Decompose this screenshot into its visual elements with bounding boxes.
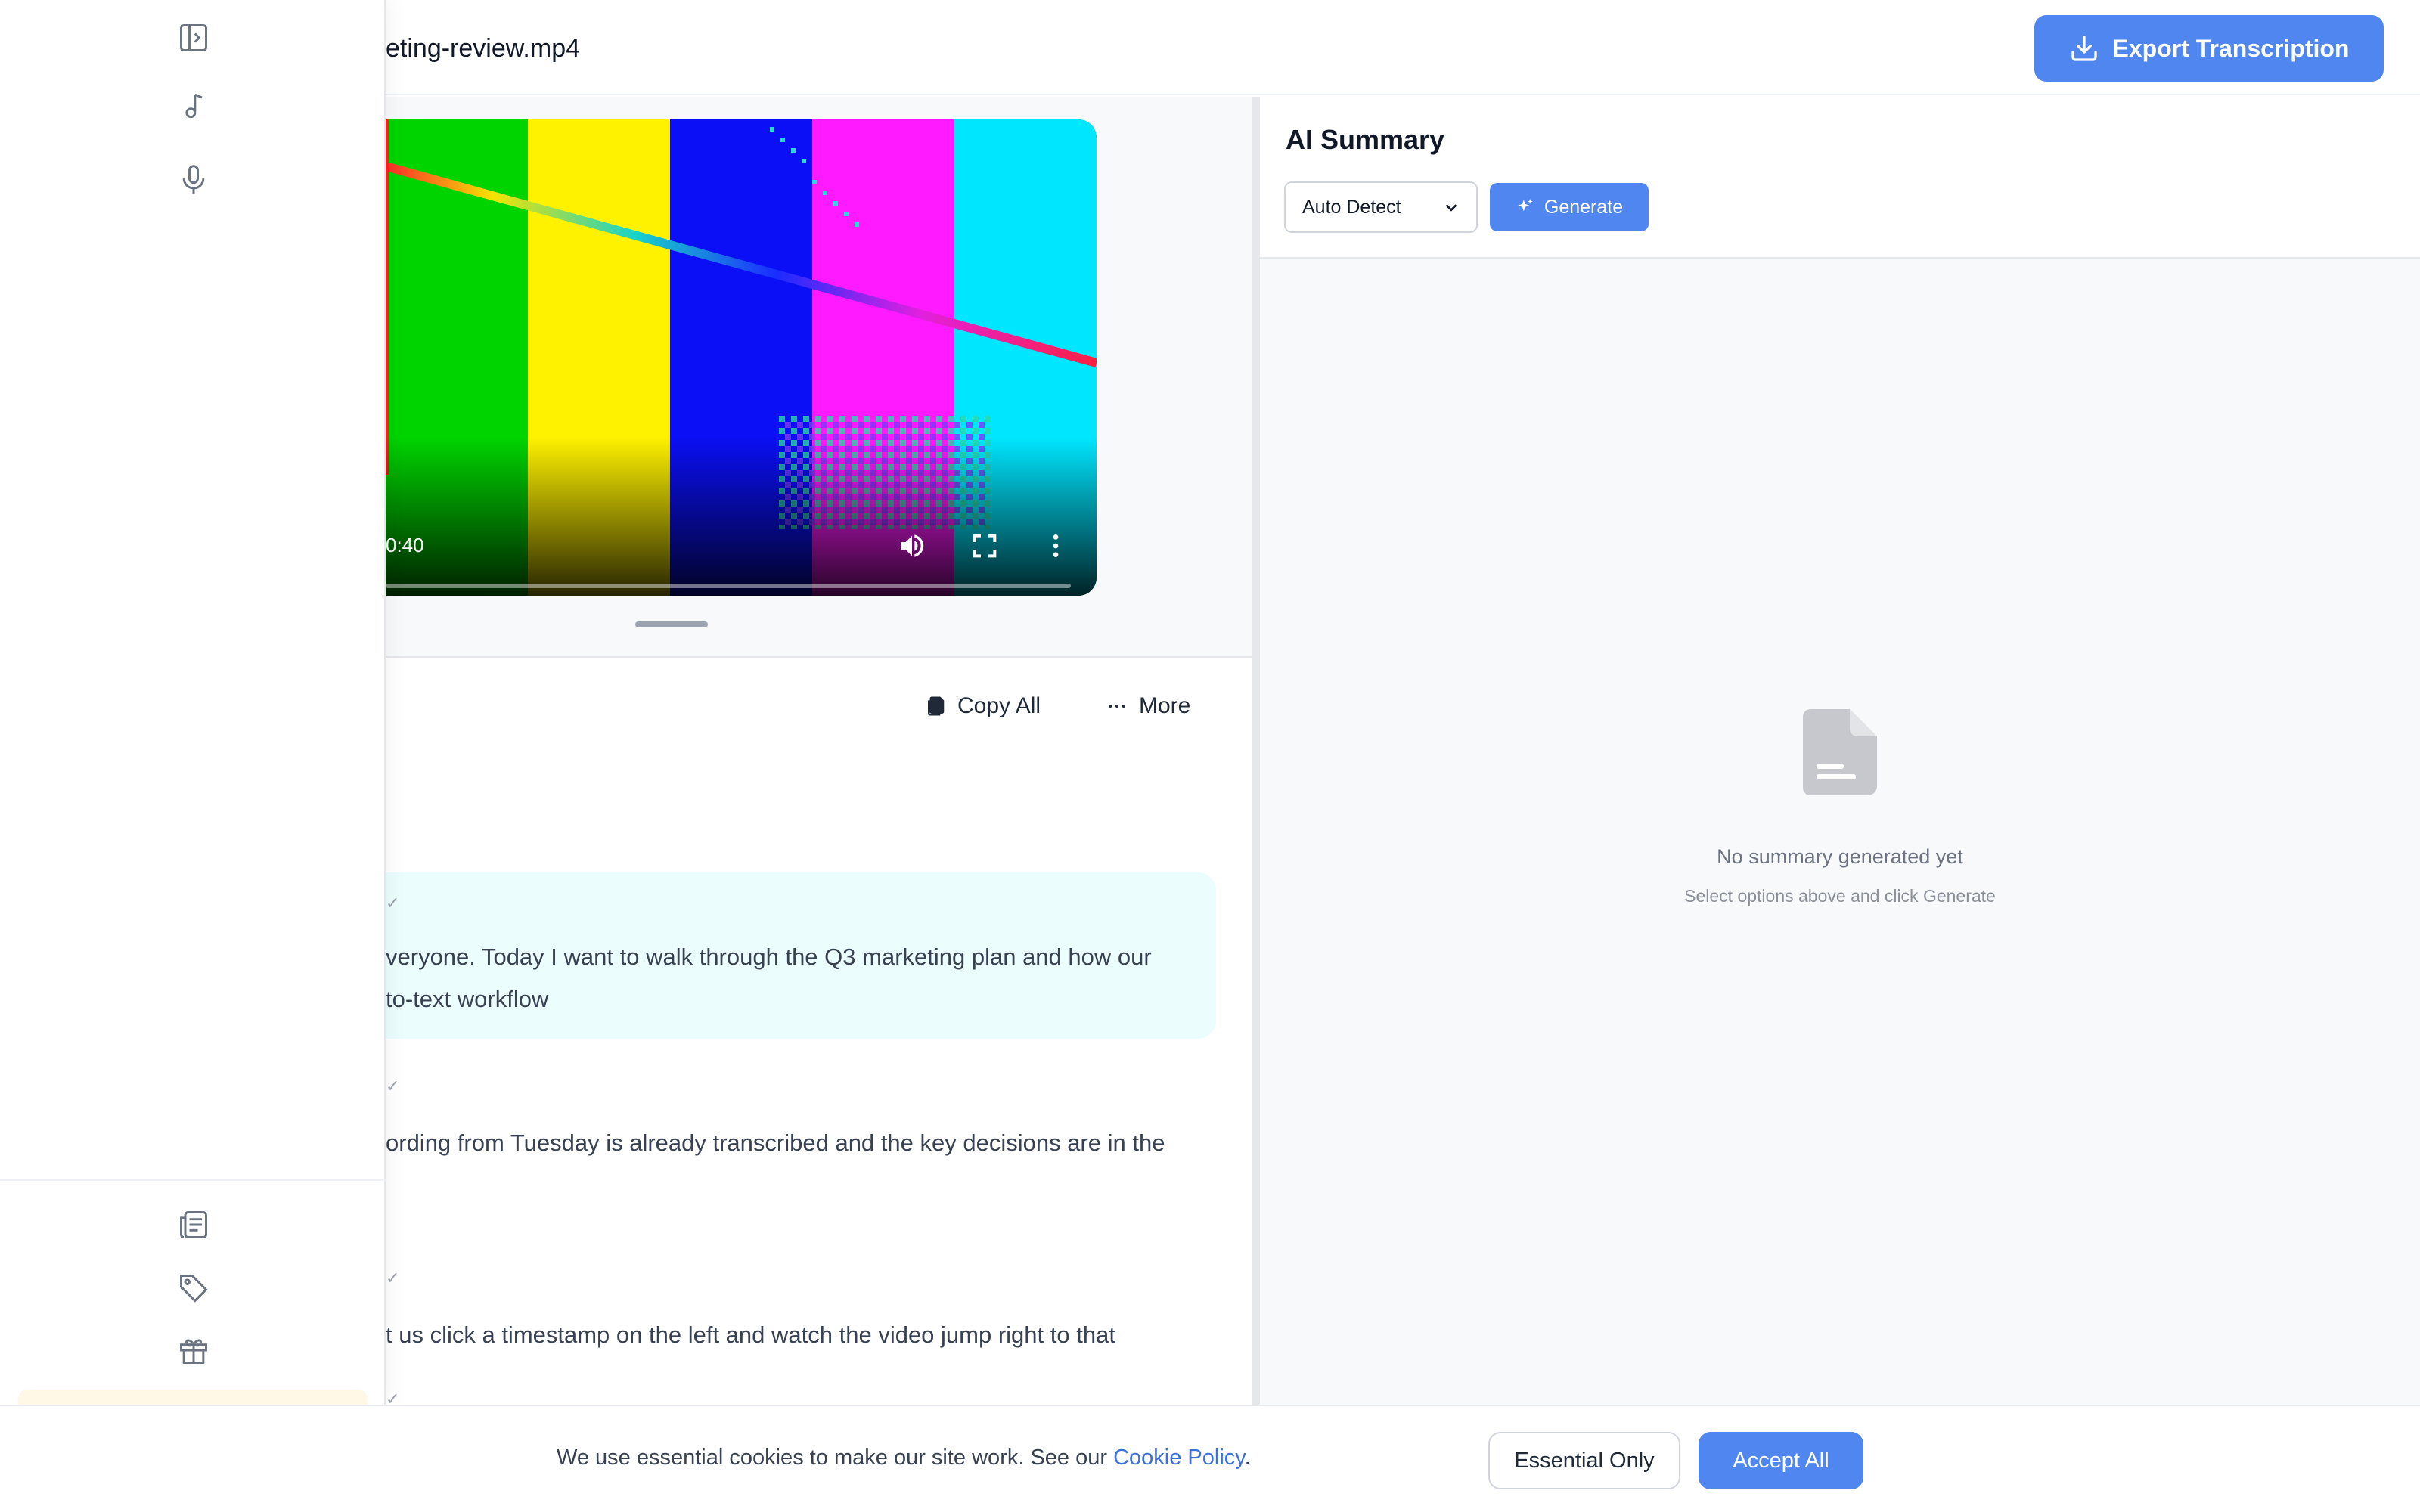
summary-header: AI Summary Auto Detect Generate	[1260, 97, 2420, 259]
segment-check: ✓	[386, 1390, 400, 1405]
volume-icon[interactable]	[897, 531, 927, 561]
tag-icon[interactable]	[177, 1272, 210, 1305]
sidebar-separator	[0, 1179, 386, 1181]
more-vertical-icon[interactable]	[1041, 531, 1071, 561]
newspaper-icon[interactable]	[177, 1208, 210, 1241]
video-time: 0:40	[386, 534, 424, 556]
empty-state-subtitle: Select options above and click Generate	[1684, 886, 1996, 906]
segment-text-line: t us click a timestamp on the left and w…	[386, 1321, 1115, 1348]
empty-state-title: No summary generated yet	[1717, 845, 1963, 868]
segment-check: ✓	[386, 1077, 400, 1095]
resize-handle[interactable]	[635, 621, 708, 627]
document-icon	[1803, 709, 1877, 795]
video-controls-shade	[386, 437, 1097, 596]
gift-icon[interactable]	[177, 1334, 210, 1367]
file-title: eting-review.mp4	[386, 34, 581, 63]
transcript-segment[interactable]: ✓	[386, 1374, 1216, 1405]
more-button[interactable]: More	[1106, 683, 1190, 729]
cookie-text-end: .	[1244, 1445, 1251, 1470]
segment-text-line: veryone. Today I want to walk through th…	[386, 943, 1152, 970]
segment-check: ✓	[386, 1269, 400, 1287]
ellipsis-icon	[1109, 705, 1125, 708]
ai-summary-panel: AI Summary Auto Detect Generate No summa…	[1260, 97, 2420, 1405]
microphone-icon[interactable]	[177, 163, 210, 197]
cookie-policy-link[interactable]: Cookie Policy	[1113, 1445, 1245, 1470]
video-player[interactable]: 0:40	[386, 119, 1097, 596]
cookie-text: We use essential cookies to make our sit…	[557, 1445, 1114, 1470]
transcript-segment-active[interactable]: ✓ veryone. Today I want to walk through …	[386, 872, 1216, 1039]
segment-text-line: ording from Tuesday is already transcrib…	[386, 1129, 1165, 1156]
sidebar-toggle-icon[interactable]	[177, 21, 210, 54]
segment-text-line: to-text workflow	[386, 986, 549, 1012]
language-select[interactable]: Auto Detect	[1284, 181, 1478, 233]
copy-all-label: Copy All	[957, 693, 1041, 718]
transcript-segment[interactable]: ✓ ording from Tuesday is already transcr…	[386, 1061, 1216, 1213]
copy-all-button[interactable]: Copy All	[924, 683, 1041, 729]
fullscreen-icon[interactable]	[970, 531, 1000, 561]
accept-all-button[interactable]: Accept All	[1699, 1432, 1863, 1489]
summary-title: AI Summary	[1286, 124, 1445, 155]
essential-only-button[interactable]: Essential Only	[1488, 1432, 1680, 1489]
panel-divider[interactable]	[1252, 97, 1260, 1405]
transcript-column: 0:40 Copy All More ✓ veryone. Today I wa…	[386, 97, 1252, 1405]
export-transcription-button[interactable]: Export Transcription	[2034, 15, 2384, 82]
segment-check: ✓	[386, 894, 400, 912]
more-label: More	[1139, 693, 1191, 718]
generate-label: Generate	[1544, 196, 1624, 218]
video-progress-bar[interactable]	[386, 584, 1071, 588]
sparkles-icon	[1518, 199, 1533, 212]
cookie-message: We use essential cookies to make our sit…	[557, 1445, 1251, 1470]
promo-banner[interactable]	[18, 1390, 368, 1405]
language-select-value: Auto Detect	[1302, 196, 1401, 218]
copy-icon	[928, 696, 945, 716]
download-icon	[2071, 36, 2097, 61]
chevron-down-icon	[1445, 204, 1457, 212]
export-label: Export Transcription	[2112, 34, 2350, 62]
sidebar	[0, 0, 386, 1405]
music-note-icon[interactable]	[177, 89, 210, 122]
transcript-toolbar: Copy All More	[386, 658, 1252, 756]
generate-button[interactable]: Generate	[1490, 183, 1649, 231]
cookie-banner: We use essential cookies to make our sit…	[0, 1405, 2420, 1512]
video-area: 0:40	[386, 97, 1252, 658]
